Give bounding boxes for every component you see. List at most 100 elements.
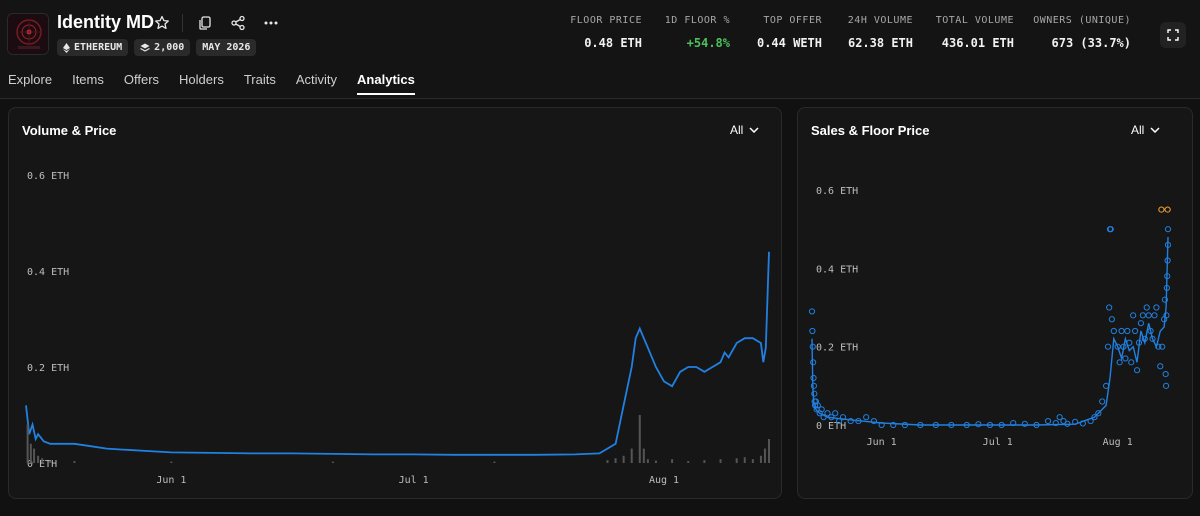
collection-chips: ETHEREUM 2,000 MAY 2026: [57, 39, 257, 56]
y-tick-label: 0.2 ETH: [816, 343, 858, 354]
y-tick-label: 0.6 ETH: [27, 171, 69, 182]
volume-bar: [41, 458, 44, 463]
share-icon[interactable]: [227, 12, 249, 34]
more-icon[interactable]: [260, 12, 282, 34]
tab-items[interactable]: Items: [72, 68, 104, 98]
volume-bar: [703, 460, 706, 463]
sale-point: [1151, 312, 1158, 319]
volume-bar: [751, 459, 754, 463]
tab-analytics[interactable]: Analytics: [357, 68, 415, 98]
sale-point: [975, 421, 982, 428]
highlighted-sale-point: [1164, 206, 1171, 213]
floor-price-line: [811, 236, 1169, 426]
stat-1d-floor: 1D FLOOR % +54.8%: [665, 15, 730, 50]
volume-bar: [687, 461, 690, 463]
stat-label: TOTAL VOLUME: [935, 15, 1014, 26]
sale-point: [901, 421, 908, 429]
sale-point: [1104, 343, 1112, 350]
volume-bar: [638, 415, 641, 463]
sale-point: [809, 327, 816, 335]
date-label: MAY 2026: [202, 42, 251, 53]
sale-point: [1159, 343, 1166, 350]
volume-bar: [29, 443, 32, 463]
copy-icon[interactable]: [194, 12, 216, 34]
sale-point: [1102, 382, 1110, 389]
volume-bar: [671, 459, 674, 463]
x-tick-label: Jun 1: [867, 437, 897, 448]
sale-point: [1116, 359, 1123, 366]
volume-bar: [759, 455, 762, 463]
x-tick-label: Jun 1: [156, 475, 186, 486]
sale-point: [1164, 226, 1172, 233]
items-chip: 2,000: [134, 39, 191, 56]
stat-floor-price: FLOOR PRICE 0.48 ETH: [570, 15, 642, 50]
stat-24h-volume: 24H VOLUME 62.38 ETH: [848, 15, 913, 50]
volume-bar: [735, 458, 738, 463]
sale-point: [1162, 382, 1170, 389]
expand-button[interactable]: [1160, 22, 1186, 48]
volume-bar: [331, 461, 334, 463]
volume-bar: [622, 455, 625, 463]
sale-point: [1153, 304, 1160, 311]
stat-value: 0.48 ETH: [584, 36, 642, 50]
volume-bar: [37, 455, 40, 463]
header-divider-line: [0, 98, 1200, 99]
volume-bar: [763, 448, 766, 463]
tab-offers[interactable]: Offers: [124, 68, 159, 98]
volume-price-panel: Volume & Price All 0.6 ETH 0.4 ETH 0.2 ETH…: [8, 107, 782, 499]
stat-top-offer: TOP OFFER 0.44 WETH: [757, 15, 822, 50]
stat-owners: OWNERS (UNIQUE) 673 (33.7%): [1033, 15, 1131, 50]
volume-bar: [768, 439, 770, 463]
stat-value: 436.01 ETH: [941, 36, 1014, 50]
tab-explore[interactable]: Explore: [8, 68, 52, 98]
sale-point: [1106, 304, 1113, 311]
highlighted-sale-point: [1158, 206, 1165, 213]
collection-logo: [7, 13, 49, 55]
stat-total-volume: TOTAL VOLUME 436.01 ETH: [936, 15, 1014, 50]
stat-label: OWNERS (UNIQUE): [1033, 15, 1131, 26]
volume-price-chart: 0.6 ETH0.4 ETH0.2 ETH0 ETHJun 1 Jul 1 Aug …: [25, 171, 770, 486]
sale-point: [1122, 355, 1129, 362]
star-icon[interactable]: [151, 12, 173, 34]
sale-point: [1137, 320, 1145, 327]
volume-bar: [642, 448, 645, 463]
tab-traits[interactable]: Traits: [244, 68, 276, 98]
volume-bar: [170, 461, 173, 463]
volume-bar: [49, 460, 52, 463]
sale-point: [1110, 327, 1117, 335]
collection-header: Identity MD ETHEREUM 2,000 MAY 2026 FLOO…: [0, 0, 1200, 98]
ethereum-icon: [63, 42, 70, 53]
date-chip: MAY 2026: [196, 39, 257, 56]
items-count: 2,000: [154, 42, 185, 53]
sale-point: [1099, 398, 1106, 405]
sale-point: [1130, 312, 1137, 319]
sale-point: [1126, 339, 1133, 346]
x-tick-label: Jul 1: [983, 437, 1013, 448]
volume-bar: [654, 460, 657, 463]
chain-label: ETHEREUM: [74, 42, 123, 53]
tab-holders[interactable]: Holders: [179, 68, 224, 98]
sale-point: [1132, 327, 1139, 335]
stat-value: 0.44 WETH: [756, 36, 822, 50]
x-tick-label: Aug 1: [1103, 437, 1133, 448]
volume-bar: [646, 459, 649, 463]
sale-point: [1118, 327, 1125, 335]
sale-point: [1139, 312, 1146, 319]
sale-point: [811, 390, 818, 397]
sale-point: [1124, 327, 1131, 335]
volume-bar: [630, 448, 633, 463]
sale-point: [1157, 363, 1164, 370]
sale-point: [832, 410, 839, 417]
sale-point: [1108, 316, 1115, 323]
x-tick-label: Aug 1: [649, 475, 679, 486]
sale-point: [808, 308, 816, 315]
x-tick-label: Jul 1: [399, 475, 429, 486]
y-tick-label: 0.4 ETH: [27, 267, 69, 278]
stat-label: 1D FLOOR %: [664, 15, 730, 26]
volume-bar: [606, 460, 609, 463]
collection-tabs: Explore Items Offers Holders Traits Acti…: [0, 68, 427, 98]
sale-point: [1162, 370, 1169, 378]
y-tick-label: 0.2 ETH: [27, 363, 69, 374]
tab-activity[interactable]: Activity: [296, 68, 337, 98]
volume-bar: [614, 458, 617, 463]
